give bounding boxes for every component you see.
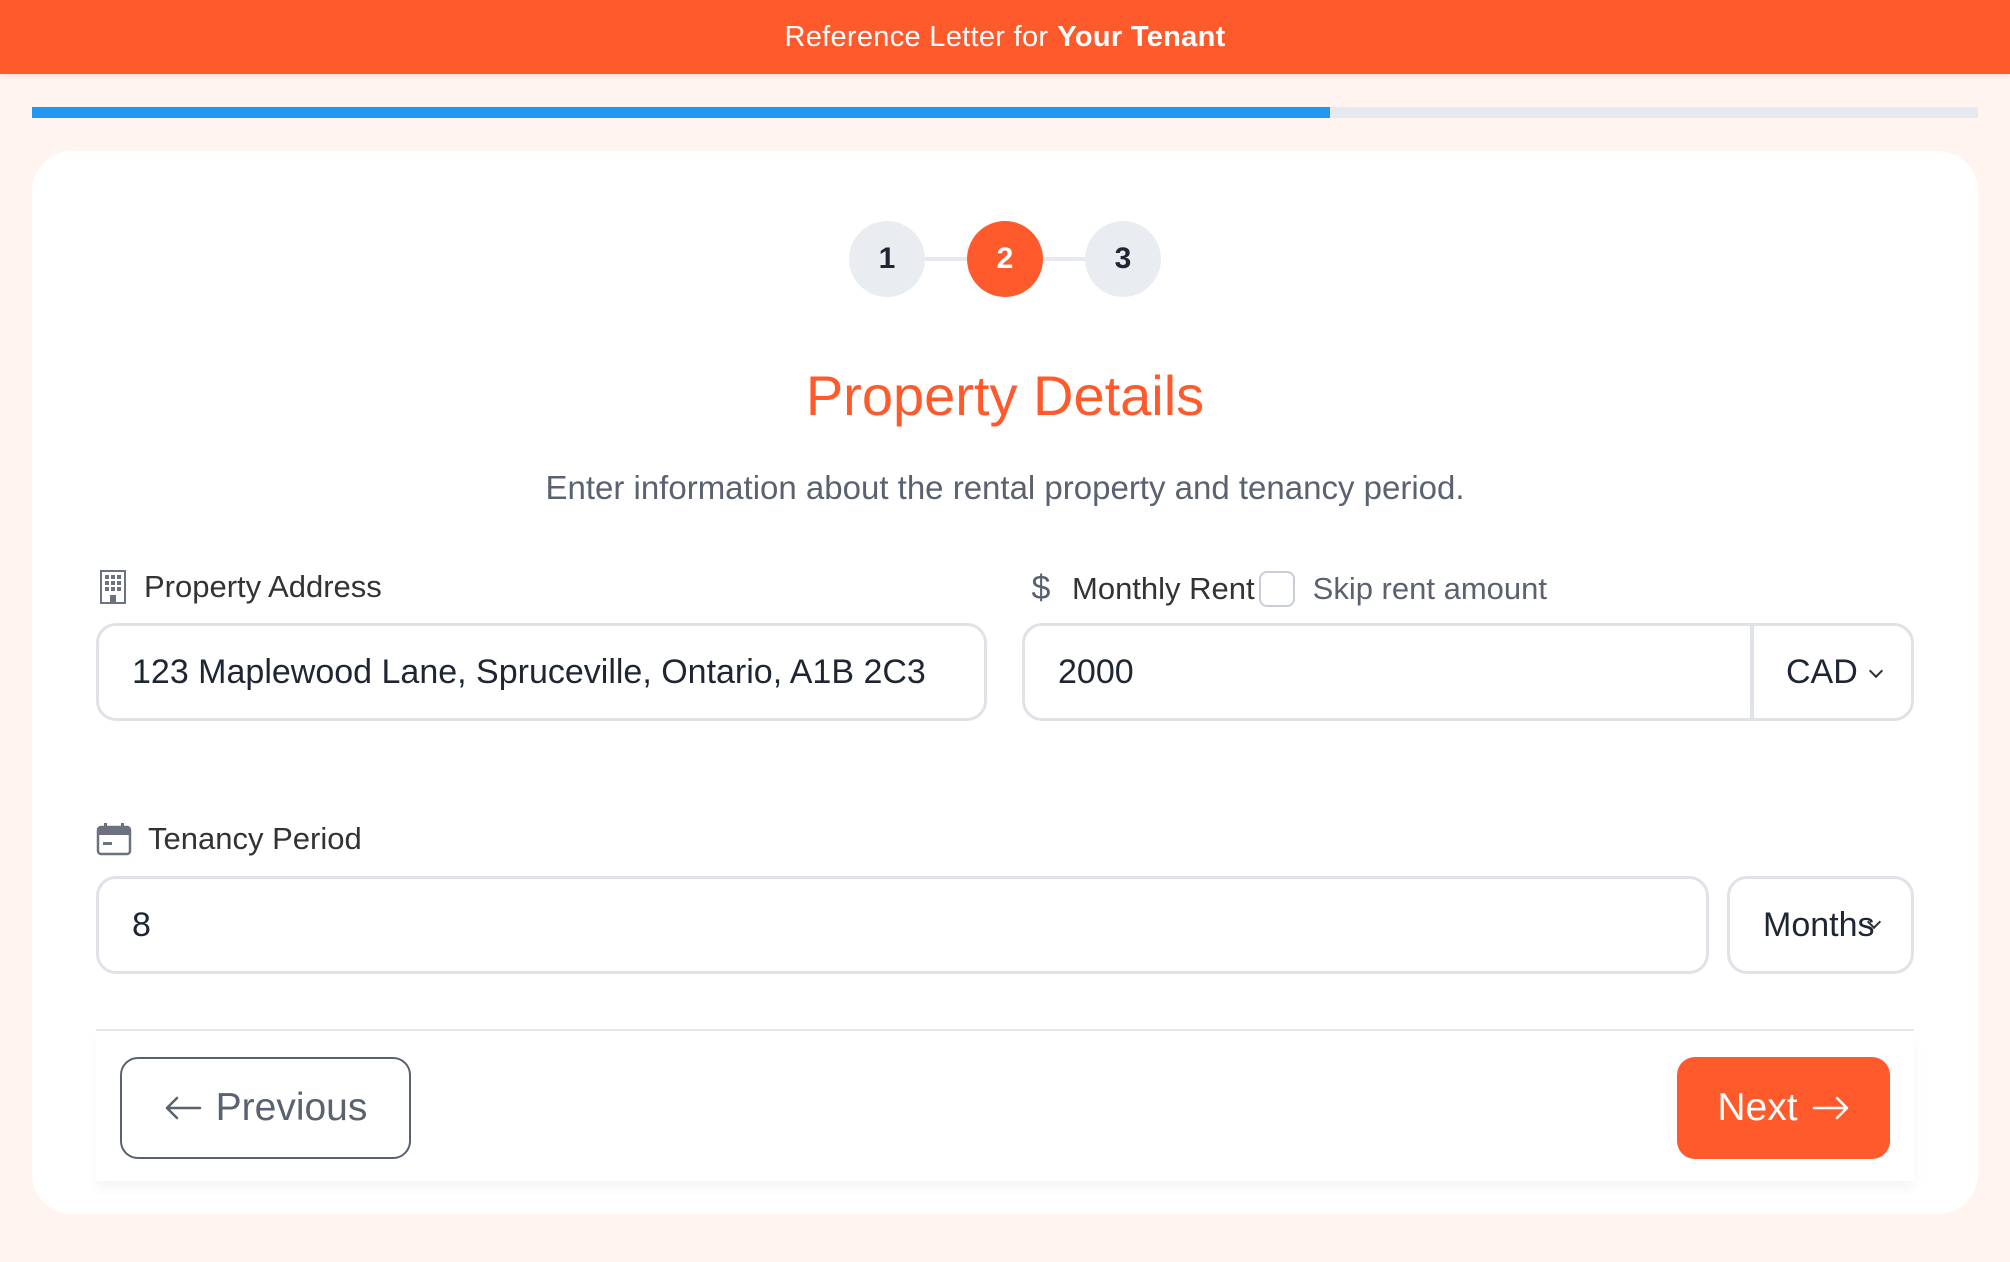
previous-button[interactable]: Previous bbox=[120, 1057, 411, 1159]
next-button-label: Next bbox=[1717, 1086, 1798, 1129]
previous-button-label: Previous bbox=[215, 1086, 368, 1129]
step-3[interactable]: 3 bbox=[1085, 221, 1161, 297]
arrow-left-icon bbox=[164, 1096, 202, 1120]
step-1[interactable]: 1 bbox=[849, 221, 925, 297]
section-title: Property Details bbox=[805, 364, 1205, 427]
monthly-rent-label: Monthly Rent bbox=[1072, 570, 1255, 606]
banner-title-emphasis: Your Tenant bbox=[1057, 20, 1226, 53]
skip-rent-label[interactable]: Skip rent amount bbox=[1313, 571, 1547, 607]
banner-title-prefix: Reference Letter for bbox=[784, 20, 1049, 53]
stepper: 1 2 3 bbox=[32, 221, 1978, 297]
skip-rent-checkbox[interactable] bbox=[1258, 570, 1295, 607]
building-icon bbox=[98, 569, 128, 605]
currency-select-value: CAD bbox=[1786, 652, 1858, 691]
tenancy-period-label: Tenancy Period bbox=[148, 821, 362, 856]
currency-select[interactable]: CAD bbox=[1754, 626, 1911, 718]
tenancy-period-input[interactable]: 8 bbox=[96, 876, 1709, 974]
section-subtitle: Enter information about the rental prope… bbox=[545, 469, 1465, 506]
progress-bar-fill bbox=[32, 107, 1330, 118]
footer-divider bbox=[96, 1029, 1914, 1031]
monthly-rent-input[interactable]: 2000 bbox=[1025, 626, 1754, 718]
tenancy-unit-value: Months bbox=[1763, 905, 1875, 944]
chevron-down-icon bbox=[1868, 663, 1884, 679]
property-address-input[interactable]: 123 Maplewood Lane, Spruceville, Ontario… bbox=[96, 623, 987, 721]
next-button[interactable]: Next bbox=[1677, 1057, 1890, 1159]
calendar-icon bbox=[96, 822, 132, 856]
monthly-rent-group: 2000 CAD bbox=[1022, 623, 1914, 721]
top-banner: Reference Letter for Your Tenant bbox=[0, 0, 2010, 74]
monthly-rent-label-row: $ Monthly Rent Skip rent amount bbox=[1026, 569, 1547, 608]
property-address-label-row: Property Address bbox=[98, 569, 382, 605]
dollar-icon: $ bbox=[1031, 569, 1051, 607]
tenancy-unit-select[interactable]: Months bbox=[1727, 876, 1914, 974]
tenancy-period-label-row: Tenancy Period bbox=[96, 821, 362, 857]
property-address-label: Property Address bbox=[144, 569, 382, 604]
form-card: 1 2 3 Property Details Enter information… bbox=[32, 151, 1978, 1214]
progress-bar bbox=[32, 107, 1978, 118]
step-2[interactable]: 2 bbox=[967, 221, 1043, 297]
arrow-right-icon bbox=[1812, 1096, 1850, 1120]
